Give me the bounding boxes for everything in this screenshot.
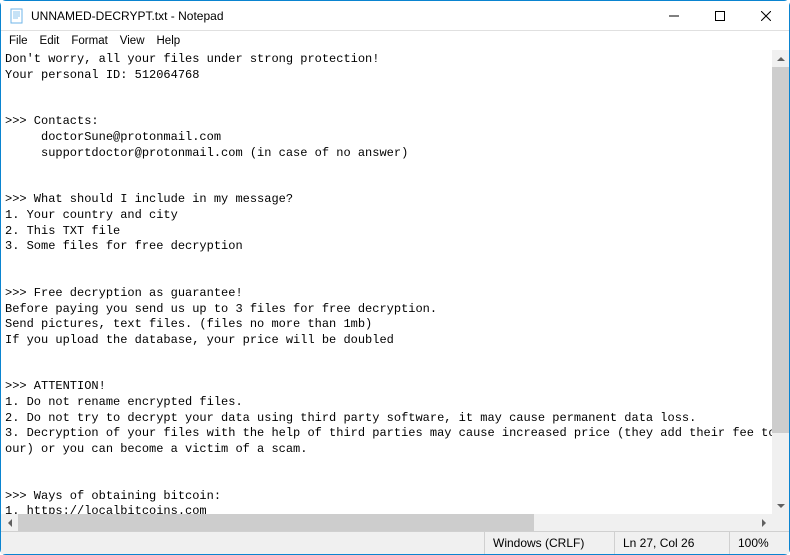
titlebar: UNNAMED-DECRYPT.txt - Notepad xyxy=(1,1,789,31)
menu-view[interactable]: View xyxy=(114,34,151,48)
window-controls xyxy=(651,1,789,30)
scroll-corner xyxy=(772,514,789,531)
scroll-right-button[interactable] xyxy=(755,514,772,531)
scroll-thumb-horizontal[interactable] xyxy=(18,514,534,531)
content-area: Don't worry, all your files under strong… xyxy=(1,50,789,531)
scroll-up-button[interactable] xyxy=(772,50,789,67)
statusbar: Windows (CRLF) Ln 27, Col 26 100% xyxy=(1,531,789,554)
text-editor[interactable]: Don't worry, all your files under strong… xyxy=(1,50,789,531)
maximize-button[interactable] xyxy=(697,1,743,30)
window-title: UNNAMED-DECRYPT.txt - Notepad xyxy=(31,9,224,23)
scroll-track-vertical[interactable] xyxy=(772,67,789,497)
menu-format[interactable]: Format xyxy=(65,34,113,48)
close-button[interactable] xyxy=(743,1,789,30)
status-zoom: 100% xyxy=(729,532,789,554)
scroll-thumb-vertical[interactable] xyxy=(772,67,789,433)
minimize-button[interactable] xyxy=(651,1,697,30)
menubar: File Edit Format View Help xyxy=(1,31,789,50)
menu-file[interactable]: File xyxy=(3,34,34,48)
notepad-icon xyxy=(9,8,25,24)
vertical-scrollbar[interactable] xyxy=(772,50,789,514)
horizontal-scrollbar[interactable] xyxy=(1,514,772,531)
scroll-left-button[interactable] xyxy=(1,514,18,531)
menu-edit[interactable]: Edit xyxy=(34,34,66,48)
scroll-down-button[interactable] xyxy=(772,497,789,514)
menu-help[interactable]: Help xyxy=(151,34,187,48)
status-line-ending: Windows (CRLF) xyxy=(484,532,614,554)
scroll-track-horizontal[interactable] xyxy=(18,514,755,531)
status-cursor-position: Ln 27, Col 26 xyxy=(614,532,729,554)
